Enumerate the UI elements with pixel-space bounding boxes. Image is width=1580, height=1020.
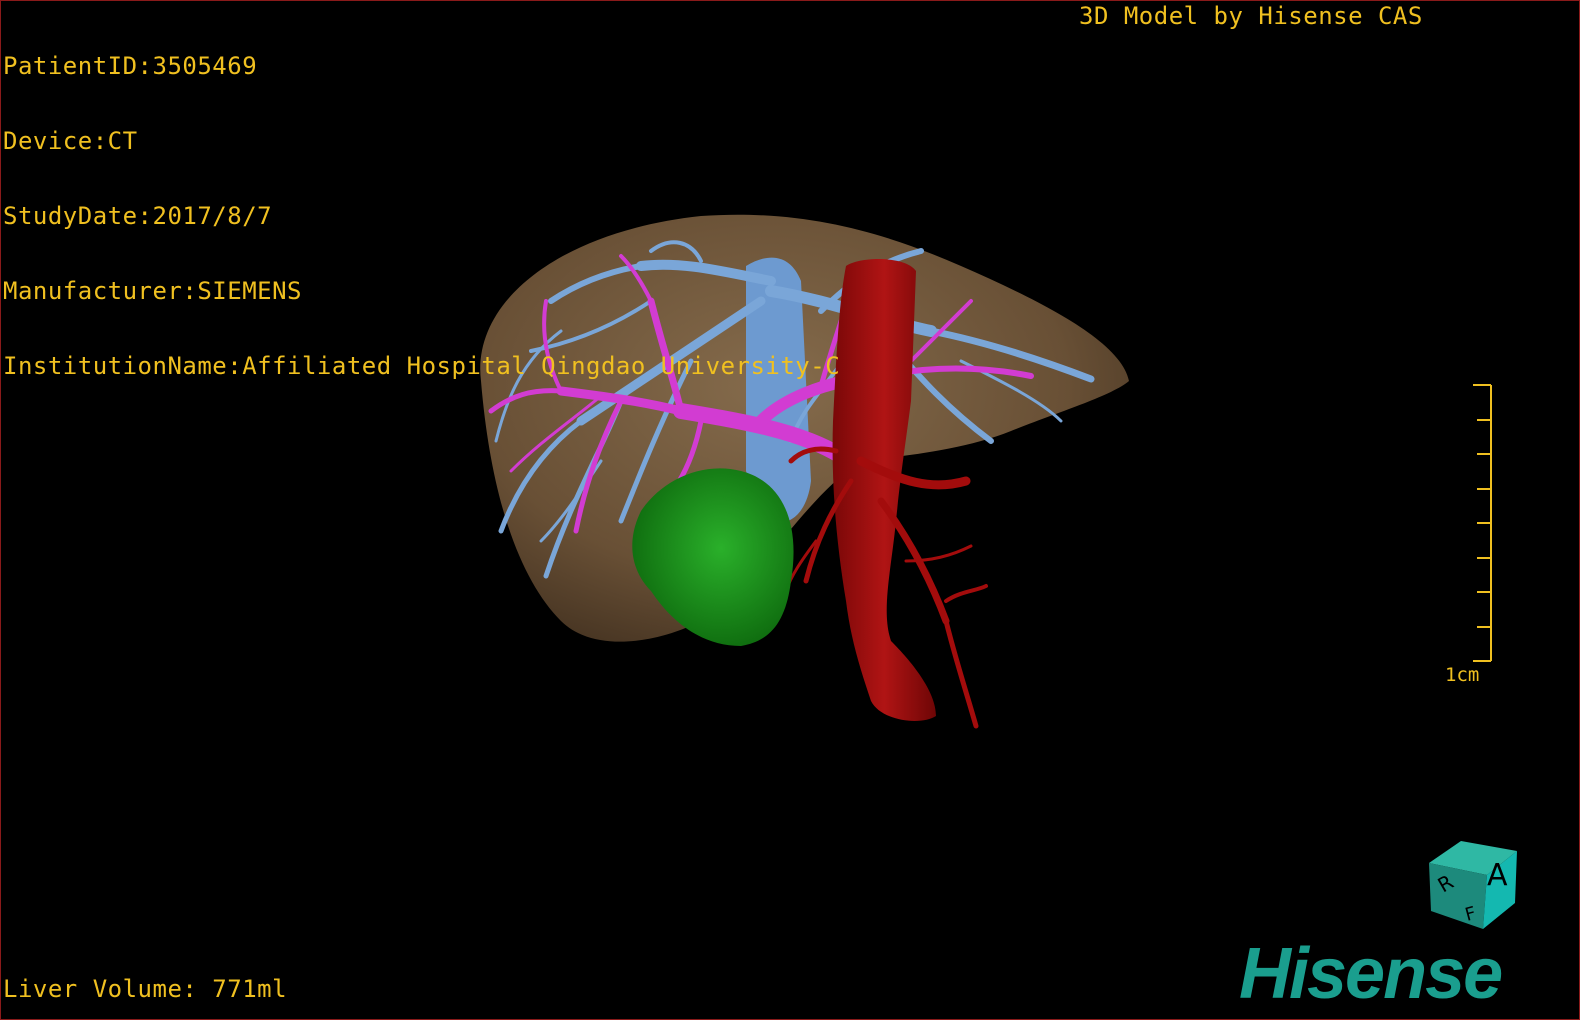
model-credit-text: 3D Model by Hisense CAS	[1079, 2, 1423, 30]
manufacturer-text: Manufacturer:SIEMENS	[3, 277, 302, 305]
cube-face-front: A	[1487, 858, 1508, 893]
scale-bar-label: 1cm	[1445, 664, 1480, 686]
device-text: Device:CT	[3, 127, 138, 155]
liver-volume-text: Liver Volume: 771ml	[3, 975, 288, 1003]
3d-viewport[interactable]: PatientID:3505469 Device:CT StudyDate:20…	[0, 0, 1580, 1020]
hisense-logo: Hisense	[1239, 934, 1503, 1014]
dicom-info-overlay: PatientID:3505469 Device:CT StudyDate:20…	[3, 4, 840, 429]
patient-id-text: PatientID:3505469	[3, 52, 258, 80]
study-date-text: StudyDate:2017/8/7	[3, 202, 273, 230]
scale-bar	[1473, 384, 1492, 662]
orientation-cube-icon[interactable]: A R F	[1421, 837, 1521, 933]
institution-text: InstitutionName:Affiliated Hospital Qing…	[3, 352, 841, 380]
